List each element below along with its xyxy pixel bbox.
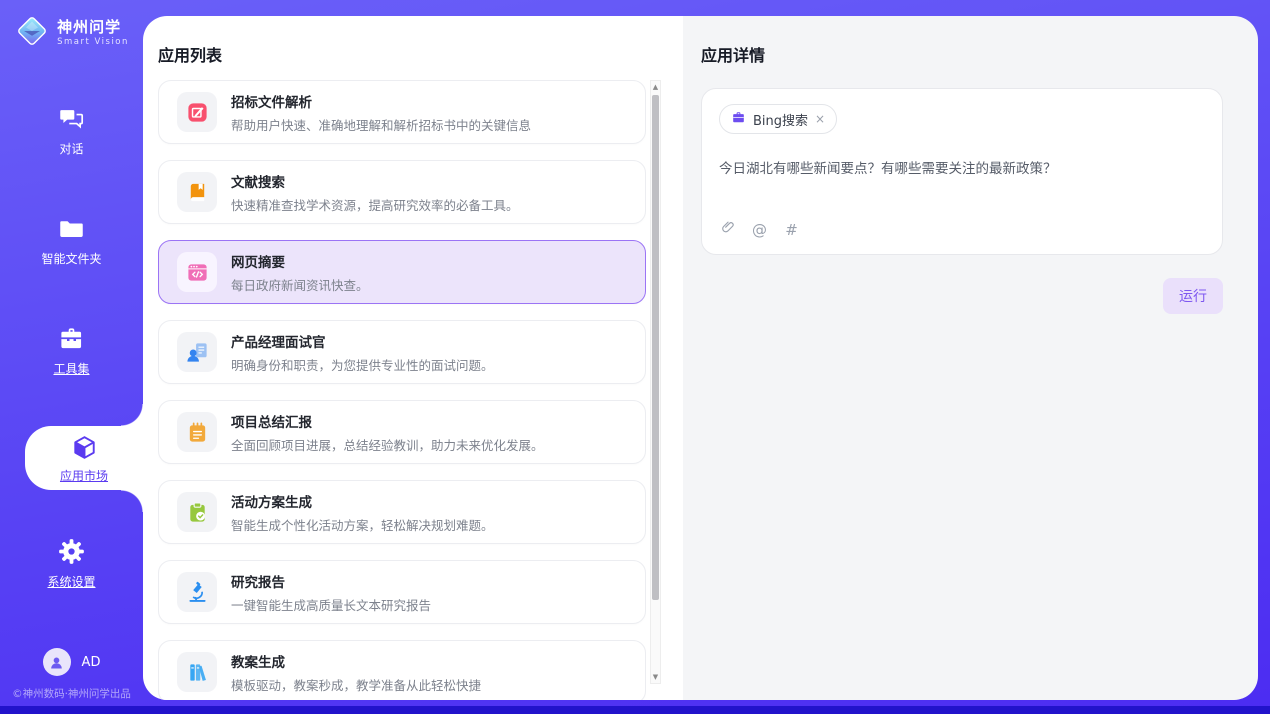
gear-icon [58, 536, 85, 566]
app-description: 一键智能生成高质量长文本研究报告 [231, 595, 431, 614]
user-name: AD [82, 655, 101, 670]
app-list-item-tender-analysis[interactable]: 招标文件解析 帮助用户快速、准确地理解和解析招标书中的关键信息 [158, 80, 646, 144]
main-content: 应用列表 招标文件解析 帮助用户快速、准确地理解和解析招标书中的关键信息 文献搜… [143, 16, 1258, 700]
copyright-text: ©神州数码·神州问学出品 [0, 686, 143, 701]
app-description: 快速精准查找学术资源，提高研究效率的必备工具。 [231, 195, 519, 214]
sidebar-item-label: 系统设置 [47, 573, 95, 590]
sidebar-item-label: 智能文件夹 [41, 250, 101, 267]
hashtag-icon[interactable]: # [783, 221, 800, 239]
brand-logo: 神州问学 Smart Vision [0, 13, 143, 53]
app-description: 每日政府新闻资讯快查。 [231, 275, 369, 294]
app-list: 招标文件解析 帮助用户快速、准确地理解和解析招标书中的关键信息 文献搜索 快速精… [158, 80, 646, 700]
browser-code-icon [177, 252, 217, 292]
app-list-title: 应用列表 [158, 42, 683, 66]
app-description: 智能生成个性化活动方案，轻松解决规划难题。 [231, 515, 494, 534]
chat-icon [58, 103, 85, 133]
sidebar-item-system-settings[interactable]: 系统设置 [0, 536, 143, 590]
sidebar-item-app-market[interactable]: 应用市场 [25, 426, 143, 490]
sidebar-item-label: 对话 [59, 140, 83, 157]
app-list-item-research-report[interactable]: 研究报告 一键智能生成高质量长文本研究报告 [158, 560, 646, 624]
list-scrollbar[interactable]: ▲ ▼ [650, 80, 661, 684]
app-detail-panel: 应用详情 Bing搜索 × 今日湖北有哪些新闻要点？有哪些需要关注的最新政策？ … [683, 16, 1258, 700]
app-title: 招标文件解析 [231, 91, 531, 111]
tool-chip-bing-search[interactable]: Bing搜索 × [719, 104, 837, 134]
cube-icon [71, 433, 98, 463]
sidebar-item-toolset[interactable]: 工具集 [0, 323, 143, 377]
chip-close-icon[interactable]: × [815, 113, 825, 125]
brand-diamond-icon [14, 13, 50, 53]
notepad-icon [177, 412, 217, 452]
scrollbar-up-icon[interactable]: ▲ [651, 81, 660, 93]
app-title: 项目总结汇报 [231, 411, 544, 431]
tool-chip-label: Bing搜索 [753, 110, 808, 129]
user-row[interactable]: AD [0, 648, 143, 676]
book-icon [177, 172, 217, 212]
app-title: 网页摘要 [231, 251, 369, 271]
query-input-card[interactable]: Bing搜索 × 今日湖北有哪些新闻要点？有哪些需要关注的最新政策？ @ # [701, 88, 1223, 255]
app-title: 活动方案生成 [231, 491, 494, 511]
edit-doc-icon [177, 92, 217, 132]
app-description: 模板驱动，教案秒成，教学准备从此轻松快捷 [231, 675, 481, 694]
brand-name: 神州问学 [57, 19, 129, 36]
query-text[interactable]: 今日湖北有哪些新闻要点？有哪些需要关注的最新政策？ [719, 157, 1205, 177]
app-list-item-lesson-plan[interactable]: 教案生成 模板驱动，教案秒成，教学准备从此轻松快捷 [158, 640, 646, 700]
sidebar-item-label: 应用市场 [60, 467, 108, 484]
app-description: 全面回顾项目进展，总结经验教训，助力未来优化发展。 [231, 435, 544, 454]
books-icon [177, 652, 217, 692]
attachment-paperclip-icon[interactable] [719, 219, 736, 240]
sidebar-item-label: 工具集 [53, 360, 89, 377]
app-title: 研究报告 [231, 571, 431, 591]
briefcase-icon [731, 110, 746, 129]
sidebar: 神州问学 Smart Vision 对话 智能文件夹 工具集 应用市场 系统设置… [0, 0, 143, 714]
clipboard-check-icon [177, 492, 217, 532]
app-description: 帮助用户快速、准确地理解和解析招标书中的关键信息 [231, 115, 531, 134]
app-title: 产品经理面试官 [231, 331, 494, 351]
app-title: 文献搜索 [231, 171, 519, 191]
brand-subtitle: Smart Vision [57, 38, 129, 47]
interviewer-icon [177, 332, 217, 372]
app-list-item-project-summary[interactable]: 项目总结汇报 全面回顾项目进展，总结经验教训，助力未来优化发展。 [158, 400, 646, 464]
app-list-item-pm-interviewer[interactable]: 产品经理面试官 明确身份和职责，为您提供专业性的面试问题。 [158, 320, 646, 384]
app-detail-title: 应用详情 [701, 42, 1223, 66]
avatar [43, 648, 71, 676]
app-description: 明确身份和职责，为您提供专业性的面试问题。 [231, 355, 494, 374]
app-list-item-event-plan[interactable]: 活动方案生成 智能生成个性化活动方案，轻松解决规划难题。 [158, 480, 646, 544]
microscope-icon [177, 572, 217, 612]
folder-icon [58, 213, 85, 243]
app-title: 教案生成 [231, 651, 481, 671]
app-list-panel: 应用列表 招标文件解析 帮助用户快速、准确地理解和解析招标书中的关键信息 文献搜… [143, 16, 683, 700]
app-list-item-web-summary[interactable]: 网页摘要 每日政府新闻资讯快查。 [158, 240, 646, 304]
mention-at-icon[interactable]: @ [751, 221, 768, 239]
toolbox-icon [58, 323, 85, 353]
bottom-accent-strip [0, 706, 1270, 714]
run-button[interactable]: 运行 [1163, 278, 1223, 314]
app-list-item-literature-search[interactable]: 文献搜索 快速精准查找学术资源，提高研究效率的必备工具。 [158, 160, 646, 224]
scrollbar-thumb[interactable] [652, 95, 659, 600]
scrollbar-down-icon[interactable]: ▼ [651, 671, 660, 683]
sidebar-item-chat[interactable]: 对话 [0, 103, 143, 157]
sidebar-item-smart-folder[interactable]: 智能文件夹 [0, 213, 143, 267]
